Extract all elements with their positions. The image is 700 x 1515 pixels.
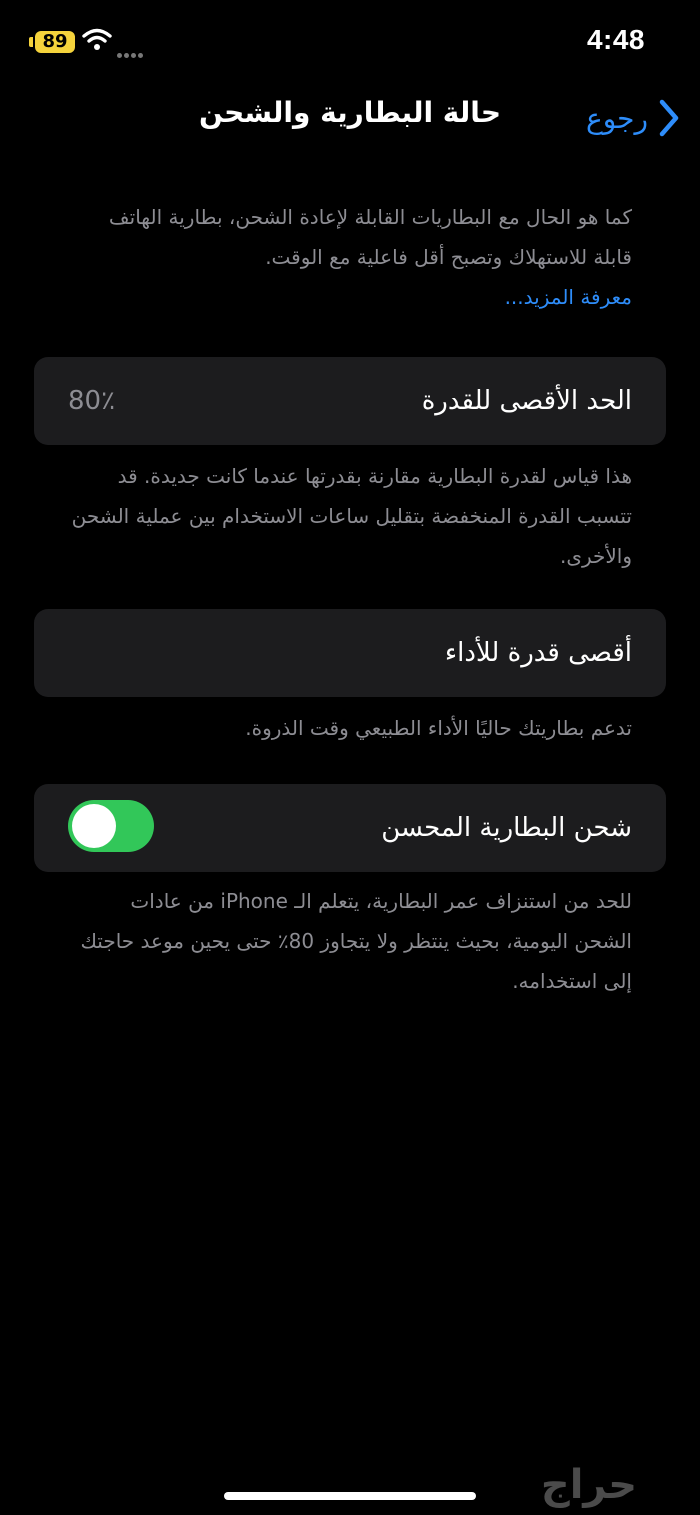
peak-performance-description: تدعم بطاريتك حاليًا الأداء الطبيعي وقت ا… <box>245 716 632 740</box>
maximum-capacity-label: الحد الأقصى للقدرة <box>421 386 632 416</box>
wifi-icon <box>82 28 112 50</box>
maximum-capacity-description: هذا قياس لقدرة البطارية مقارنة بقدرتها ع… <box>71 464 632 568</box>
watermark-text: حراج <box>540 1462 638 1508</box>
peak-performance-row: أقصى قدرة للأداء <box>34 609 666 697</box>
optimized-charging-row: شحن البطارية المحسن <box>34 784 666 872</box>
cellular-signal-icon <box>117 43 151 58</box>
intro-text: كما هو الحال مع البطاريات القابلة لإعادة… <box>108 205 632 269</box>
battery-nub <box>29 37 33 47</box>
battery-icon: 89 <box>35 31 75 53</box>
toggle-knob <box>72 804 116 848</box>
optimized-charging-label: شحن البطارية المحسن <box>381 813 632 843</box>
chevron-left-icon <box>659 99 679 137</box>
watermark-logo: حراج <box>494 1460 684 1510</box>
back-label: رجوع <box>585 101 648 135</box>
status-bar: 89 4:48 <box>0 0 700 80</box>
peak-performance-label: أقصى قدرة للأداء <box>444 638 632 668</box>
optimized-charging-toggle[interactable] <box>68 800 154 852</box>
learn-more-link[interactable]: معرفة المزيد... <box>70 277 632 317</box>
home-indicator[interactable] <box>224 1492 476 1500</box>
status-time: 4:48 <box>586 24 645 55</box>
intro-description: كما هو الحال مع البطاريات القابلة لإعادة… <box>70 197 632 317</box>
optimized-charging-description: للحد من استنزاف عمر البطارية، يتعلم الـ … <box>80 889 632 993</box>
maximum-capacity-value: 80٪ <box>68 386 116 416</box>
page-title: حالة البطارية والشحن <box>198 96 501 129</box>
back-button[interactable]: رجوع <box>586 96 680 140</box>
maximum-capacity-row: الحد الأقصى للقدرة 80٪ <box>34 357 666 445</box>
